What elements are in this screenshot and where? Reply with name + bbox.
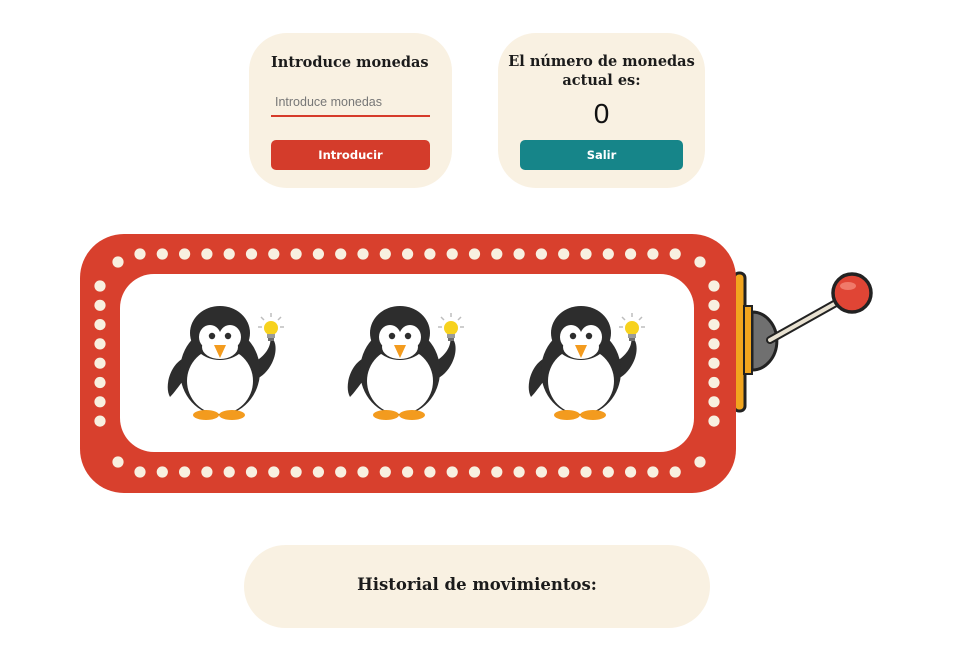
marquee-bulb — [290, 248, 302, 260]
coin-insert-panel: Introduce monedas Introducir — [249, 33, 452, 188]
marquee-bulb — [245, 466, 258, 478]
marquee-bulb — [580, 466, 592, 478]
marquee-bulb — [647, 248, 659, 260]
marquee-bulb — [94, 338, 106, 350]
marquee-bulb — [669, 248, 681, 260]
coin-count-title: El número de monedas actual es: — [498, 52, 705, 90]
marquee-bulb — [201, 248, 213, 260]
history-title: Historial de movimientos: — [357, 575, 597, 594]
marquee-bulb — [625, 248, 637, 260]
slot-frame — [80, 234, 736, 493]
coin-input[interactable] — [271, 89, 430, 117]
marquee-bulb — [94, 299, 106, 311]
coin-count-title-line2: actual es: — [562, 72, 641, 89]
exit-button[interactable]: Salir — [520, 140, 683, 170]
coin-count-value: 0 — [593, 98, 610, 129]
marquee-bulb — [491, 466, 503, 478]
marquee-bulb — [446, 466, 458, 478]
marquee-bulb — [357, 248, 369, 260]
reel-2 — [346, 305, 465, 421]
marquee-bulb — [290, 466, 302, 478]
reel-3 — [527, 305, 646, 421]
marquee-bulb — [335, 466, 347, 478]
marquee-bulb — [468, 248, 481, 260]
marquee-bulb — [94, 319, 106, 331]
marquee-bulb — [558, 466, 570, 478]
marquee-bulb — [94, 280, 106, 292]
marquee-bulb — [201, 466, 213, 478]
marquee-bulb — [156, 466, 168, 478]
reel-window — [120, 274, 694, 452]
marquee-bulb — [602, 466, 614, 478]
marquee-bulb — [580, 248, 592, 260]
marquee-bulb — [402, 248, 414, 260]
marquee-bulb — [94, 396, 106, 408]
marquee-lights — [94, 248, 720, 478]
marquee-bulb — [708, 299, 720, 311]
history-panel: Historial de movimientos: — [244, 545, 710, 628]
marquee-bulb — [335, 248, 347, 260]
marquee-bulb — [379, 466, 391, 478]
marquee-bulb — [513, 248, 525, 260]
marquee-bulb — [268, 248, 280, 260]
marquee-bulb — [424, 248, 436, 260]
marquee-bulb — [402, 466, 414, 478]
reel-1 — [166, 305, 285, 421]
marquee-bulb — [694, 456, 706, 468]
penguin-with-lightbulb-icon — [166, 305, 285, 421]
marquee-bulb — [694, 256, 706, 268]
marquee-bulb — [669, 466, 681, 478]
marquee-bulb — [379, 248, 391, 260]
marquee-bulb — [708, 319, 720, 331]
penguin-with-lightbulb-icon — [527, 305, 646, 421]
coin-count-panel: El número de monedas actual es: 0 Salir — [498, 33, 705, 188]
marquee-bulb — [312, 466, 324, 478]
marquee-bulb — [708, 415, 720, 427]
marquee-bulb — [708, 280, 720, 292]
marquee-bulb — [94, 415, 106, 427]
marquee-bulb — [535, 466, 548, 478]
marquee-bulb — [134, 466, 146, 478]
marquee-bulb — [513, 466, 525, 478]
marquee-bulb — [708, 376, 720, 389]
coin-count-title-line1: El número de monedas — [508, 53, 695, 70]
marquee-bulb — [245, 248, 258, 260]
marquee-bulb — [647, 466, 659, 478]
coin-panel-title: Introduce monedas — [271, 54, 429, 71]
marquee-bulb — [179, 466, 191, 478]
marquee-bulb — [468, 466, 481, 478]
marquee-bulb — [625, 466, 637, 478]
marquee-bulb — [708, 396, 720, 408]
slot-lever[interactable] — [732, 271, 873, 413]
marquee-bulb — [357, 466, 369, 478]
marquee-bulb — [602, 248, 614, 260]
marquee-bulb — [446, 248, 458, 260]
penguin-with-lightbulb-icon — [346, 305, 465, 421]
marquee-bulb — [535, 248, 548, 260]
marquee-bulb — [156, 248, 168, 260]
marquee-bulb — [223, 248, 235, 260]
marquee-bulb — [223, 466, 235, 478]
marquee-bulb — [312, 248, 324, 260]
lever-knob[interactable] — [831, 272, 873, 314]
marquee-bulb — [708, 357, 720, 369]
marquee-bulb — [134, 248, 146, 260]
marquee-bulb — [94, 376, 106, 389]
marquee-bulb — [94, 357, 106, 369]
marquee-bulb — [268, 466, 280, 478]
marquee-bulb — [708, 338, 720, 350]
marquee-bulb — [179, 248, 191, 260]
marquee-bulb — [491, 248, 503, 260]
marquee-bulb — [558, 248, 570, 260]
insert-coins-button[interactable]: Introducir — [271, 140, 430, 170]
marquee-bulb — [112, 456, 124, 468]
marquee-bulb — [112, 256, 124, 268]
marquee-bulb — [424, 466, 436, 478]
